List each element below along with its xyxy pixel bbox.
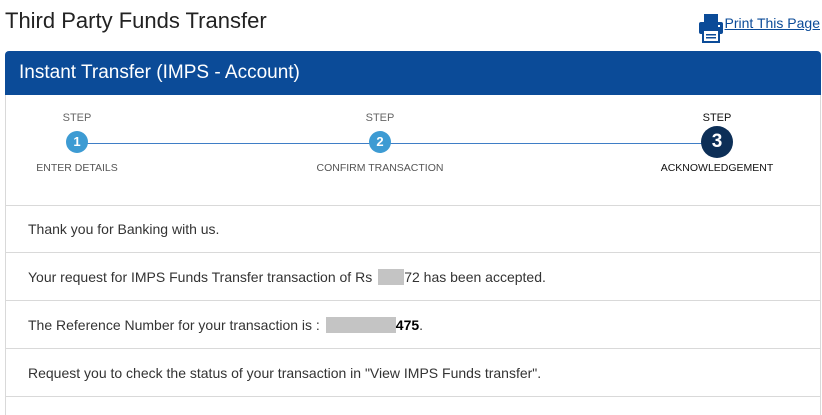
request-suffix-text: has been accepted. xyxy=(419,268,546,285)
printer-icon xyxy=(698,14,723,43)
request-prefix-text: Your request for IMPS Funds Transfer tra… xyxy=(28,268,373,285)
message-thanks: Thank you for Banking with us. xyxy=(6,205,820,253)
print-page-label: Print This Page xyxy=(724,15,820,31)
reference-redaction-mask xyxy=(325,316,396,333)
step-number-badge: 2 xyxy=(369,131,391,153)
progress-stepper: STEP 1 ENTER DETAILS STEP 2 CONFIRM TRAN… xyxy=(6,95,820,206)
thanks-text: Thank you for Banking with us. xyxy=(28,220,220,237)
page-title: Third Party Funds Transfer xyxy=(5,8,267,33)
step-enter-details: STEP 1 ENTER DETAILS xyxy=(0,112,167,174)
message-reference-number: The Reference Number for your transactio… xyxy=(6,301,820,349)
step-confirm-transaction: STEP 2 CONFIRM TRANSACTION xyxy=(290,112,470,174)
amount-redaction-mask xyxy=(378,268,405,285)
status-note-text: Request you to check the status of your … xyxy=(28,364,542,381)
step-caption: STEP xyxy=(702,112,732,124)
step-number-badge: 3 xyxy=(701,126,733,158)
message-status-note: Request you to check the status of your … xyxy=(6,349,820,397)
step-caption: STEP xyxy=(365,112,395,124)
panel-header: Instant Transfer (IMPS - Account) xyxy=(5,51,821,95)
amount-visible-digits: 72 xyxy=(404,268,420,285)
reference-visible-digits: 475 xyxy=(395,316,420,333)
step-caption: STEP xyxy=(62,112,92,124)
step-name: CONFIRM TRANSACTION xyxy=(316,162,444,174)
reference-suffix-text: . xyxy=(419,316,424,333)
step-name: ACKNOWLEDGEMENT xyxy=(660,162,774,174)
step-number-badge: 1 xyxy=(66,131,88,153)
panel-body: STEP 1 ENTER DETAILS STEP 2 CONFIRM TRAN… xyxy=(5,95,821,415)
message-request-accepted: Your request for IMPS Funds Transfer tra… xyxy=(6,253,820,301)
step-name: ENTER DETAILS xyxy=(36,162,118,174)
reference-prefix-text: The Reference Number for your transactio… xyxy=(28,316,320,333)
step-acknowledgement: STEP 3 ACKNOWLEDGEMENT xyxy=(627,112,807,174)
print-page-link[interactable]: Print This Page xyxy=(698,12,820,46)
